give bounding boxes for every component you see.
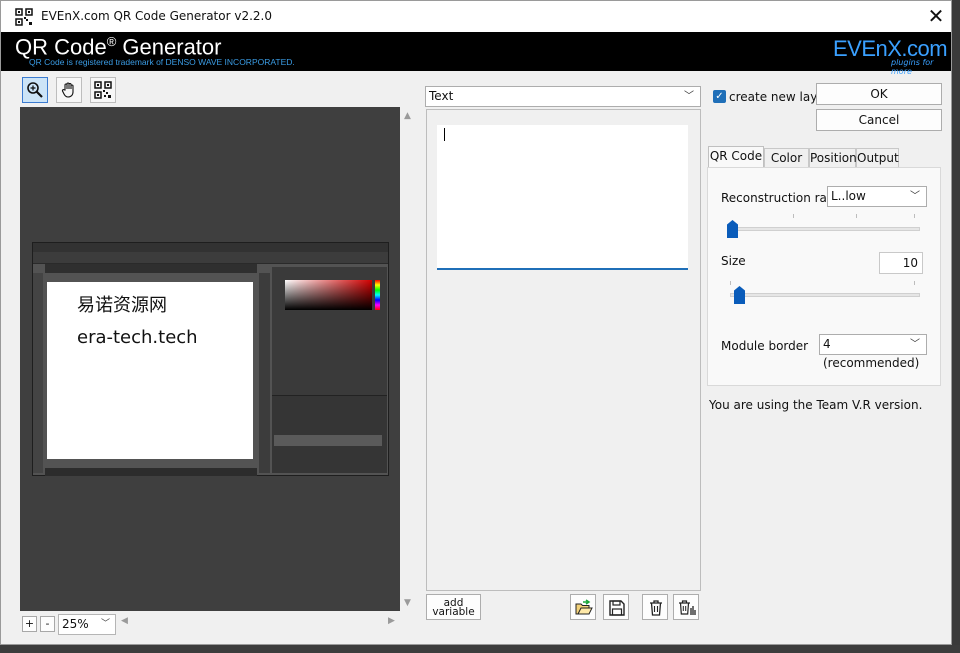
version-note: You are using the Team V.R version. [709,398,923,412]
zoom-tool-button[interactable] [22,77,48,103]
trash-all-icon [679,600,696,615]
size-label: Size [721,254,746,268]
text-input-pane [426,109,701,591]
qr-text-input[interactable] [437,125,688,270]
chevron-down-icon: ﹀ [684,91,694,102]
reconstruction-rate-value: L..low [831,189,866,203]
slider-tick [914,281,915,285]
slider-tick [914,214,915,218]
add-variable-button[interactable]: add variable [426,594,481,620]
module-border-label: Module border [721,339,809,353]
reconstruction-rate-label: Reconstruction rate [721,191,839,205]
scroll-down-arrow-icon[interactable]: ▼ [404,598,411,608]
qr-code-icon [94,81,112,99]
banner-title-rest: Generator [116,34,222,60]
preview-canvas[interactable]: 易诺资源网 era-tech.tech [20,107,400,611]
window-title: EVEnX.com QR Code Generator v2.2.0 [41,9,272,23]
preview-status-bar [45,468,257,476]
qr-preview-tool-button[interactable] [90,77,116,103]
reconstruction-rate-select[interactable]: L..low ﹀ [827,186,927,207]
header-banner: QR Code® Generator QR Code is registered… [1,32,951,76]
preview-options-bar [33,252,388,264]
magnifier-plus-icon [27,82,43,98]
background-app-edge-bottom [0,645,960,653]
scroll-up-arrow-icon[interactable]: ▲ [404,111,411,121]
close-icon[interactable]: ✕ [921,3,951,29]
create-new-layer-checkbox[interactable]: ✓ [713,90,726,103]
zoom-select[interactable]: 25% ﹀ [58,614,116,635]
preview-doc-line1: 易诺资源网 [77,295,167,316]
banner-title-main: QR Code [15,34,107,60]
preview-toolbox [33,273,43,473]
delete-button[interactable] [642,594,668,620]
text-caret [444,128,445,141]
scroll-right-arrow-icon[interactable]: ▶ [388,616,395,626]
tab-position[interactable]: Position [809,148,857,168]
trash-icon [650,600,662,616]
preview-hue-bar [375,280,380,310]
reconstruction-rate-track [730,227,920,231]
zoom-in-button[interactable]: + [22,616,37,632]
ok-button[interactable]: OK [816,83,942,105]
tab-color[interactable]: Color [764,148,809,168]
preview-doc-line2: era-tech.tech [77,327,198,348]
floppy-disk-icon [609,600,625,616]
zoom-out-button[interactable]: - [40,616,55,632]
tab-qr-code[interactable]: QR Code [708,146,764,168]
tab-output[interactable]: Output [856,148,899,168]
module-border-value: 4 (recommended) [823,337,920,370]
banner-subtitle: QR Code is registered trademark of DENSO… [29,57,295,67]
preview-icon-column [259,273,270,473]
slider-tick [793,214,794,218]
background-app-edge [952,0,960,653]
slider-tick [730,281,731,285]
create-new-layer-label: create new layer [729,90,830,104]
chevron-down-icon: ﹀ [910,191,920,202]
preview-tab-bar [45,264,257,273]
preview-image: 易诺资源网 era-tech.tech [32,242,389,476]
input-type-select[interactable]: Text ﹀ [425,86,701,107]
chevron-down-icon: ﹀ [910,339,920,350]
folder-open-icon [575,599,593,615]
input-type-value: Text [429,89,454,103]
delete-all-button[interactable] [673,594,699,620]
preview-layers-panel [272,395,387,473]
title-bar: EVEnX.com QR Code Generator v2.2.0 ✕ [1,1,951,32]
slider-tick [856,214,857,218]
module-border-select[interactable]: 4 (recommended) ﹀ [819,334,927,370]
zoom-value: 25% [62,617,89,631]
qr-app-icon [15,8,33,26]
qr-generator-dialog: EVEnX.com QR Code Generator v2.2.0 ✕ QR … [0,0,952,645]
save-button[interactable] [603,594,629,620]
size-input[interactable]: 10 [879,252,923,274]
scroll-left-arrow-icon[interactable]: ◀ [121,616,128,626]
logo-tagline: plugins for more [891,58,934,76]
preview-selected-layer [274,435,382,446]
size-track [730,293,920,297]
chevron-down-icon: ﹀ [100,619,110,629]
registered-mark: ® [106,34,117,49]
preview-menubar [33,243,388,252]
hand-icon [61,82,74,98]
preview-color-picker [285,280,372,310]
cancel-button[interactable]: Cancel [816,109,942,131]
open-file-button[interactable] [570,594,596,620]
hand-tool-button[interactable] [56,77,82,103]
